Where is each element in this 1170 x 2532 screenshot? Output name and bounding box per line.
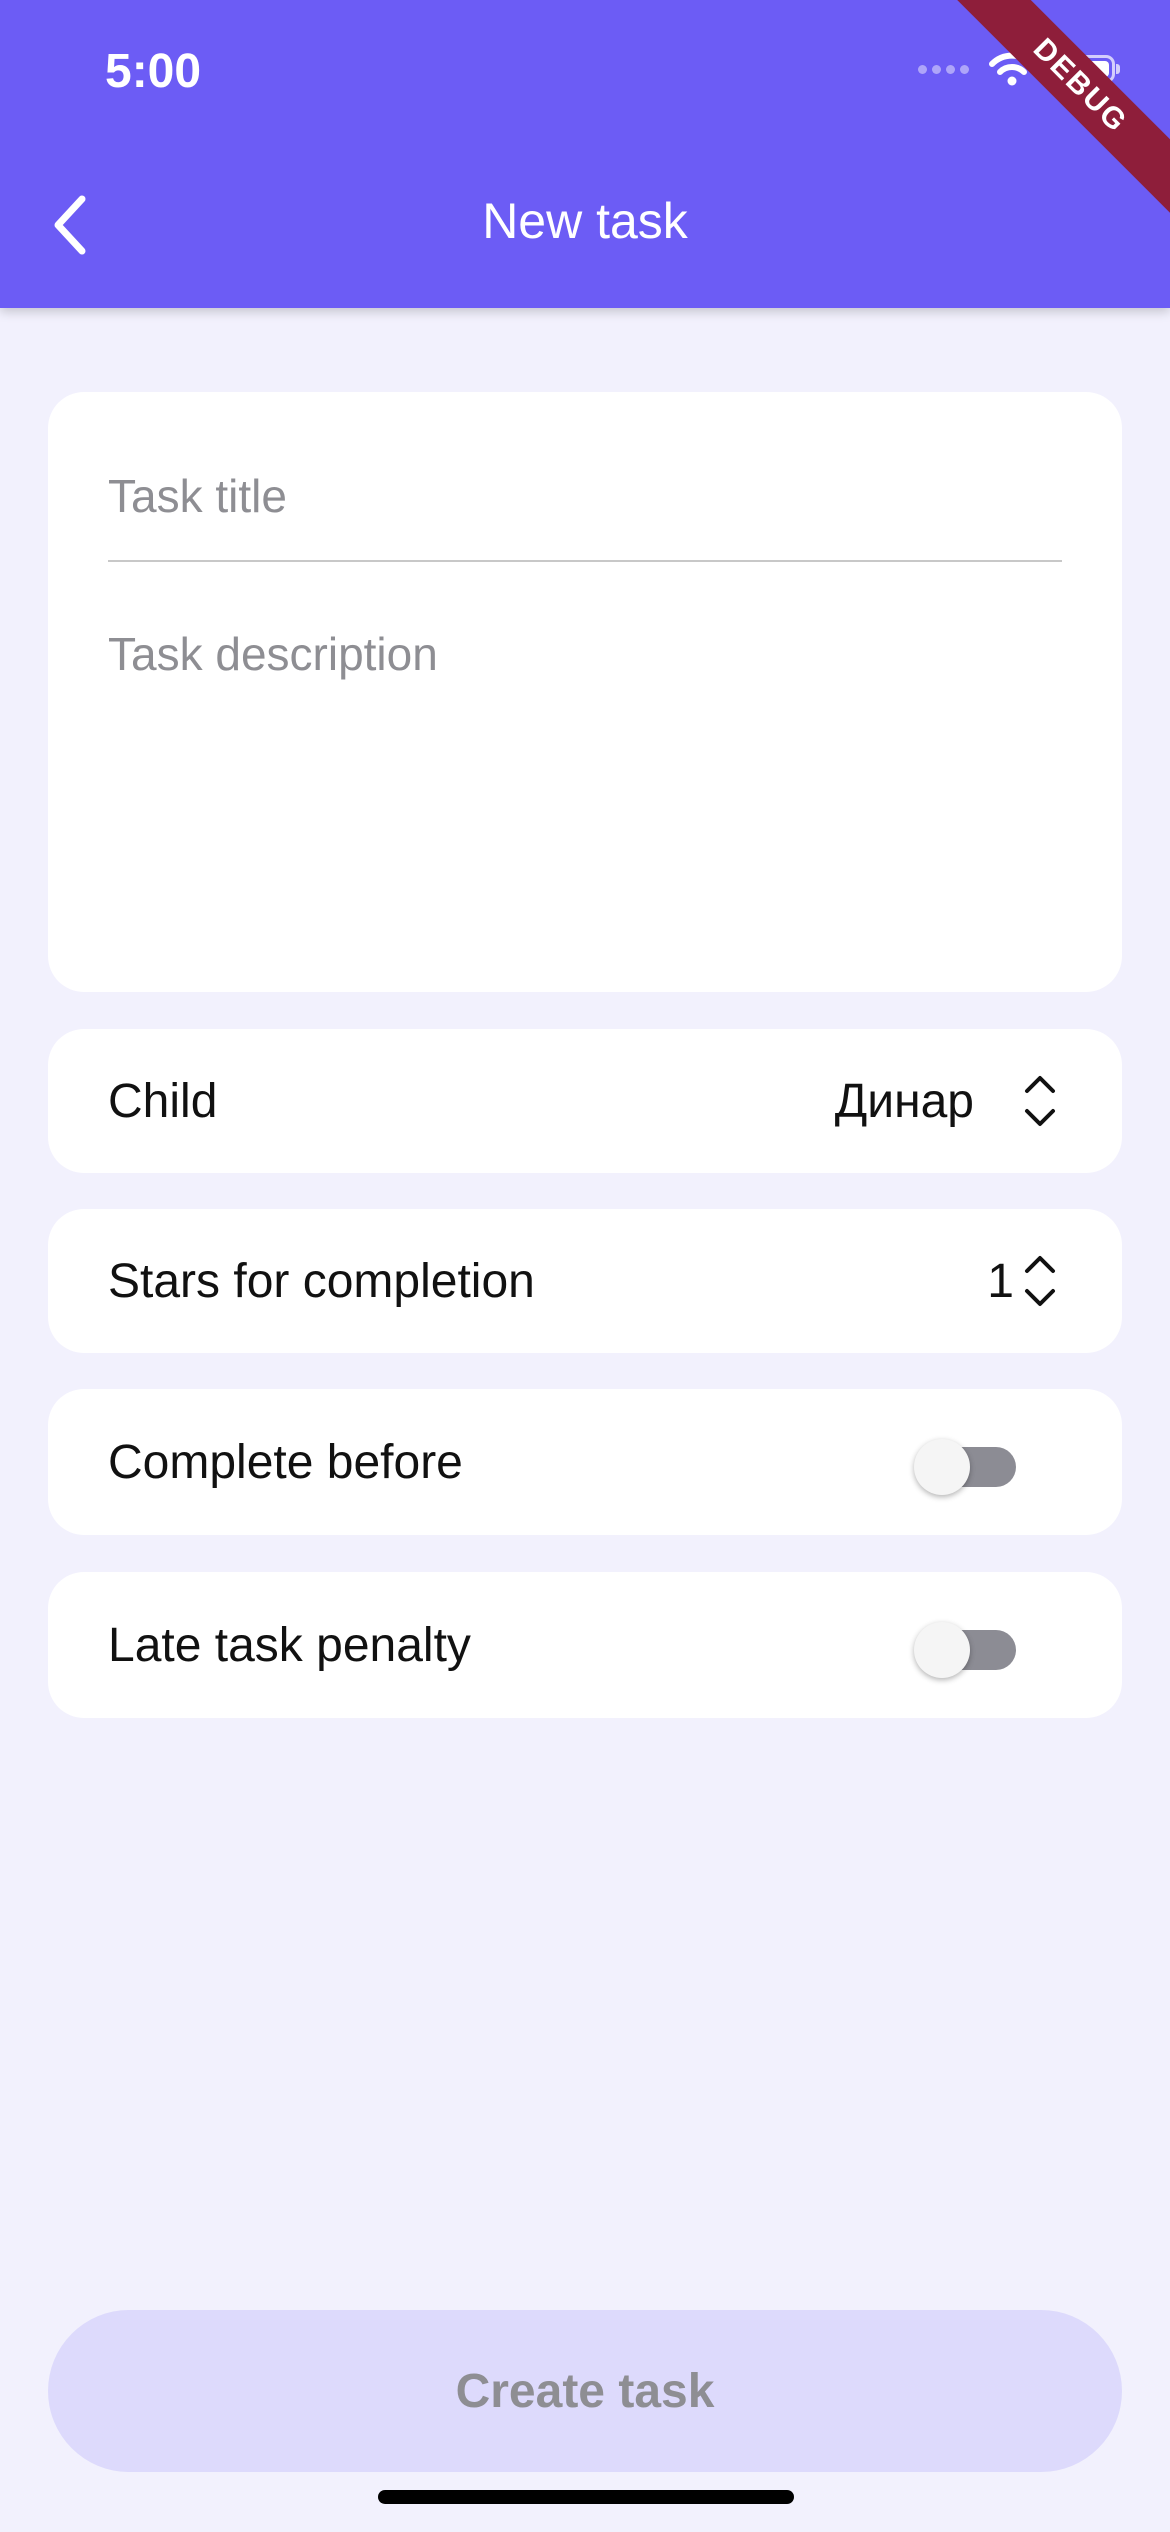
toggle-thumb (914, 1439, 970, 1495)
create-task-button[interactable]: Create task (48, 2310, 1122, 2472)
stars-label: Stars for completion (108, 1254, 535, 1308)
home-indicator (378, 2490, 794, 2504)
task-title-input[interactable] (108, 432, 1062, 562)
app-bar: 5:00 New task (0, 0, 1170, 308)
task-description-input[interactable] (108, 602, 1062, 952)
complete-before-toggle[interactable] (914, 1438, 1022, 1495)
task-form-card (48, 392, 1122, 992)
late-penalty-label: Late task penalty (108, 1618, 471, 1672)
chevron-up-down-icon (1025, 1076, 1055, 1126)
complete-before-label: Complete before (108, 1435, 463, 1489)
stars-picker-button[interactable] (1018, 1251, 1062, 1311)
child-picker-button[interactable] (1018, 1071, 1062, 1131)
toggle-thumb (914, 1622, 970, 1678)
child-label: Child (108, 1074, 218, 1128)
stars-selector-row[interactable]: Stars for completion 1 (48, 1209, 1122, 1353)
child-value: Динар (834, 1074, 974, 1128)
child-selector-row[interactable]: Child Динар (48, 1029, 1122, 1173)
page-title: New task (482, 193, 688, 249)
complete-before-row: Complete before (48, 1389, 1122, 1535)
stars-value: 1 (987, 1254, 1014, 1308)
late-penalty-row: Late task penalty (48, 1572, 1122, 1718)
signal-icon (918, 64, 969, 74)
chevron-up-down-icon (1025, 1256, 1055, 1306)
late-penalty-toggle[interactable] (914, 1621, 1022, 1678)
status-time: 5:00 (105, 45, 202, 98)
